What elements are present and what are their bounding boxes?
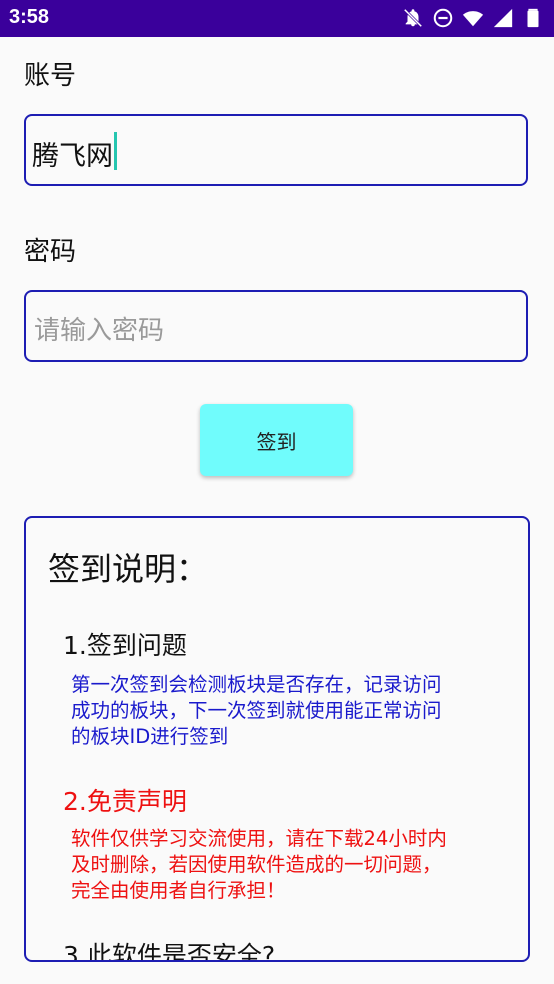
- section-1-line: 成功的板块，下一次签到就使用能正常访问: [71, 699, 442, 722]
- wifi-icon: [462, 11, 484, 27]
- section-2-line: 及时删除，若因使用软件造成的一切问题，: [71, 853, 442, 876]
- sign-in-button[interactable]: 签到: [200, 404, 353, 476]
- password-placeholder: 请输入密码: [34, 316, 165, 346]
- section-3-title: 3.此软件是否安全?: [63, 941, 276, 962]
- status-icons: [402, 7, 544, 29]
- do-not-disturb-icon: [433, 8, 453, 28]
- section-1-line: 的板块ID进行签到: [71, 725, 229, 748]
- section-2-title: 2.免责声明: [63, 787, 187, 816]
- notifications-off-icon: [403, 8, 423, 28]
- status-time: 3:58: [9, 6, 50, 28]
- account-input[interactable]: 腾飞网: [24, 114, 528, 186]
- account-input-value: 腾飞网: [32, 141, 113, 172]
- section-1-line: 第一次签到会检测板块是否存在，记录访问: [71, 673, 442, 696]
- password-label: 密码: [24, 237, 77, 267]
- cellular-signal-icon: [493, 8, 513, 28]
- info-title: 签到说明：: [48, 550, 209, 588]
- section-2-line: 软件仅供学习交流使用，请在下载24小时内: [71, 827, 447, 850]
- section-1-body: 第一次签到会检测板块是否存在，记录访问 成功的板块，下一次签到就使用能正常访问 …: [71, 672, 491, 750]
- text-cursor: [114, 132, 117, 170]
- status-bar: 3:58: [0, 0, 554, 37]
- section-2-line: 完全由使用者自行承担！: [71, 879, 286, 902]
- battery-icon: [527, 8, 539, 28]
- password-input[interactable]: 请输入密码: [24, 290, 528, 362]
- info-panel[interactable]: 签到说明： 1.签到问题 第一次签到会检测板块是否存在，记录访问 成功的板块，下…: [24, 516, 530, 962]
- account-label: 账号: [24, 61, 77, 91]
- section-2-body: 软件仅供学习交流使用，请在下载24小时内 及时删除，若因使用软件造成的一切问题，…: [71, 826, 491, 904]
- section-1-title: 1.签到问题: [63, 631, 187, 660]
